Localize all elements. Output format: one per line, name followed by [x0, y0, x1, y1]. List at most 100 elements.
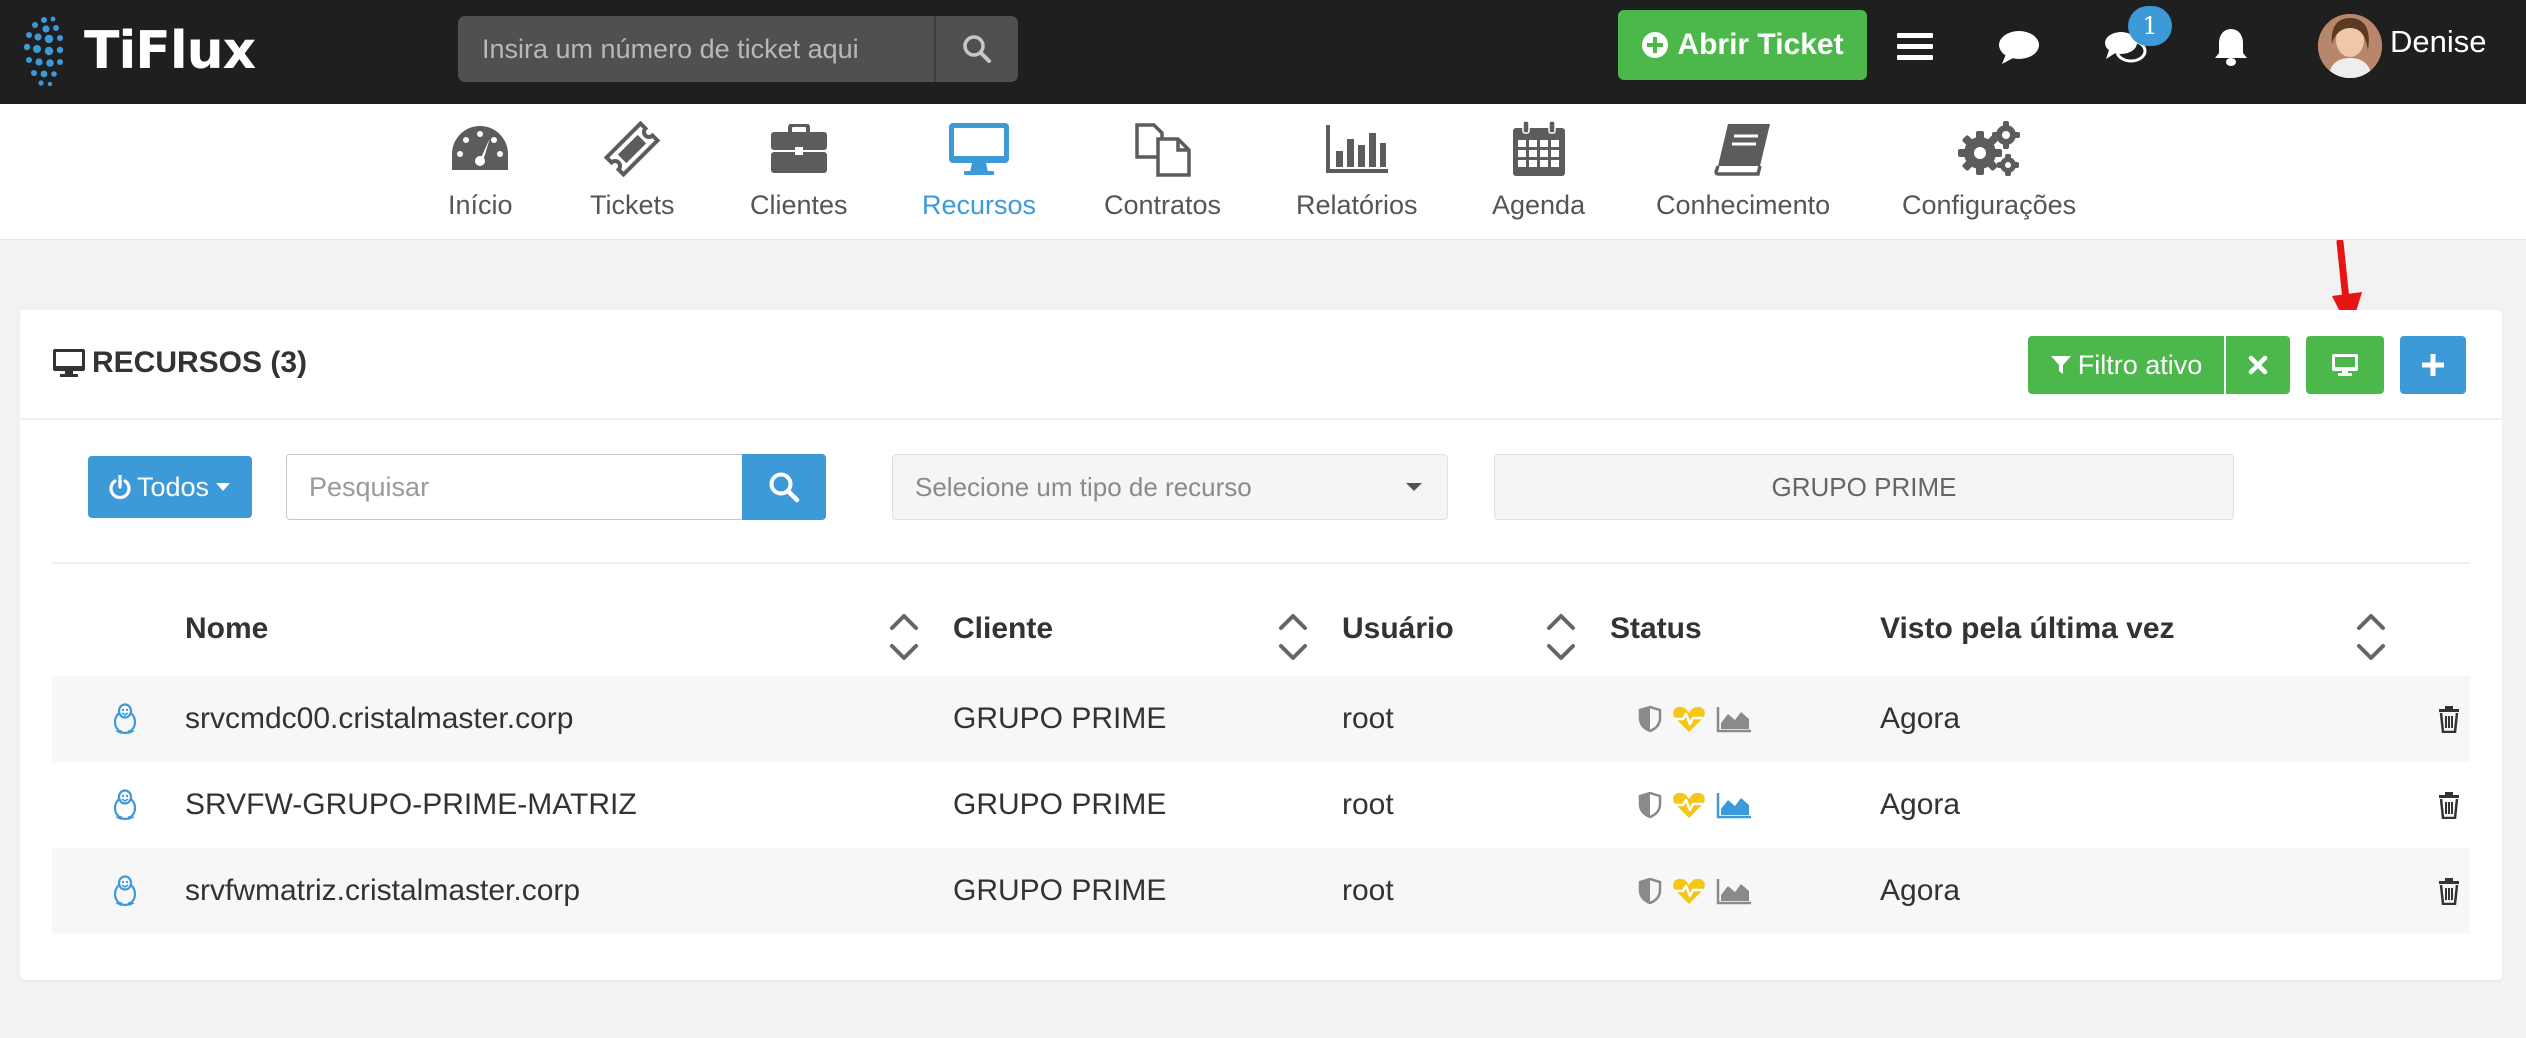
resource-name[interactable]: SRVFW-GRUPO-PRIME-MATRIZ — [185, 762, 637, 848]
nav-label: Início — [448, 190, 513, 220]
resource-user: root — [1342, 788, 1394, 821]
comment-icon — [1999, 31, 2039, 64]
nav-label: Tickets — [590, 190, 675, 220]
nav-item-conhecimento[interactable]: Conhecimento — [1656, 118, 1830, 228]
resource-name[interactable]: srvfwmatriz.cristalmaster.corp — [185, 848, 580, 934]
delete-button[interactable] — [2438, 676, 2460, 762]
plus-circle-icon — [1642, 32, 1669, 58]
ticket-search-button[interactable] — [934, 16, 1018, 82]
open-ticket-button[interactable]: Abrir Ticket — [1618, 10, 1867, 80]
user-photo-icon — [2318, 14, 2382, 78]
remote-access-button[interactable] — [2306, 336, 2384, 394]
bar-chart-icon — [1325, 125, 1388, 173]
monitor-icon — [949, 123, 1010, 175]
nav-item-tickets[interactable]: Tickets — [590, 118, 675, 228]
notifications-button[interactable] — [2206, 22, 2256, 72]
status-icons — [1638, 848, 1752, 934]
column-header-usuario[interactable]: Usuário — [1342, 612, 1454, 646]
resource-type-select[interactable]: Selecione um tipo de recurso — [892, 454, 1448, 520]
resource-search — [286, 454, 826, 520]
resource-name[interactable]: srvcmdc00.cristalmaster.corp — [185, 676, 573, 762]
plus-icon — [2422, 354, 2444, 376]
area-chart-icon[interactable] — [1716, 877, 1752, 905]
trash-icon — [2439, 706, 2459, 733]
nav-item-relatorios[interactable]: Relatórios — [1296, 118, 1418, 228]
column-header-cliente[interactable]: Cliente — [953, 612, 1053, 646]
nav-item-configuracoes[interactable]: Configurações — [1902, 118, 2076, 228]
client-filter-value: GRUPO PRIME — [1771, 471, 1957, 502]
bell-icon — [2215, 29, 2247, 66]
add-resource-button[interactable] — [2400, 336, 2466, 394]
search-icon — [963, 35, 991, 63]
area-chart-icon[interactable] — [1716, 705, 1752, 733]
book-icon — [1714, 124, 1771, 176]
sort-icon[interactable] — [889, 610, 919, 664]
heartbeat-icon[interactable] — [1672, 791, 1706, 819]
menu-button[interactable] — [1890, 22, 1940, 72]
filter-icon — [2050, 356, 2071, 374]
heartbeat-icon[interactable] — [1672, 877, 1706, 905]
search-icon — [769, 472, 800, 503]
nav-label: Relatórios — [1296, 190, 1418, 220]
app-logo[interactable]: TiFlux — [22, 6, 256, 96]
column-header-visto[interactable]: Visto pela última vez — [1880, 612, 2175, 646]
area-chart-icon[interactable] — [1716, 791, 1752, 819]
resource-client: GRUPO PRIME — [953, 788, 1167, 821]
nav-item-agenda[interactable]: Agenda — [1492, 118, 1585, 228]
linux-icon — [112, 848, 138, 934]
nav-item-clientes[interactable]: Clientes — [750, 118, 848, 228]
heartbeat-icon[interactable] — [1672, 705, 1706, 733]
status-filter-label: Todos — [136, 471, 210, 502]
sort-icon[interactable] — [1278, 610, 1308, 664]
delete-button[interactable] — [2438, 762, 2460, 848]
sort-icon[interactable] — [2356, 610, 2386, 664]
table-row[interactable]: srvfwmatriz.cristalmaster.corp GRUPO PRI… — [52, 848, 2470, 934]
close-icon — [2248, 355, 2268, 375]
column-header-status: Status — [1610, 612, 1702, 645]
chat-button[interactable] — [1994, 22, 2044, 72]
trash-icon — [2439, 792, 2459, 819]
tiflux-logo-icon — [23, 16, 64, 87]
resource-user: root — [1342, 702, 1394, 735]
resource-type-placeholder: Selecione um tipo de recurso — [915, 471, 1252, 502]
resource-client: GRUPO PRIME — [953, 702, 1167, 735]
panel-title-text: RECURSOS (3) — [92, 346, 308, 379]
open-ticket-label: Abrir Ticket — [1677, 28, 1844, 61]
briefcase-icon — [770, 124, 827, 173]
divider — [52, 562, 2470, 564]
status-icons — [1638, 762, 1752, 848]
nav-item-recursos[interactable]: Recursos — [922, 118, 1036, 228]
shield-icon[interactable] — [1638, 705, 1662, 733]
nav-item-contratos[interactable]: Contratos — [1104, 118, 1221, 228]
avatar[interactable] — [2318, 14, 2382, 78]
top-bar: TiFlux Abrir Ticket — [0, 0, 2526, 104]
resource-search-input[interactable] — [286, 454, 742, 520]
resources-panel: RECURSOS (3) Filtro ativo Todos Pesquisa… — [20, 310, 2502, 980]
linux-icon — [112, 676, 138, 762]
nav-label: Recursos — [922, 190, 1037, 220]
status-filter-dropdown[interactable]: Todos — [88, 456, 252, 518]
table-row[interactable]: SRVFW-GRUPO-PRIME-MATRIZ GRUPO PRIME roo… — [52, 762, 2470, 848]
nav-label: Clientes — [750, 190, 848, 220]
column-header-nome[interactable]: Nome — [185, 612, 268, 646]
delete-button[interactable] — [2438, 848, 2460, 934]
shield-icon[interactable] — [1638, 877, 1662, 905]
filter-active-button[interactable]: Filtro ativo — [2028, 336, 2224, 394]
user-name[interactable]: Denise — [2390, 24, 2487, 60]
trash-icon — [2439, 878, 2459, 905]
ticket-search — [458, 16, 1018, 82]
power-icon — [109, 475, 131, 499]
dashboard-icon — [452, 126, 509, 170]
resource-last-seen: Agora — [1880, 874, 1961, 907]
shield-icon[interactable] — [1638, 791, 1662, 819]
resource-last-seen: Agora — [1880, 788, 1961, 821]
ticket-search-input[interactable] — [458, 16, 934, 82]
clear-filter-button[interactable] — [2226, 336, 2290, 394]
resource-search-button[interactable] — [742, 454, 826, 520]
filter-active-label: Filtro ativo — [2077, 349, 2203, 380]
divider — [20, 418, 2502, 420]
nav-item-inicio[interactable]: Início — [448, 118, 513, 228]
sort-icon[interactable] — [1546, 610, 1576, 664]
client-filter-field[interactable]: GRUPO PRIME — [1494, 454, 2234, 520]
table-row[interactable]: srvcmdc00.cristalmaster.corp GRUPO PRIME… — [52, 676, 2470, 762]
